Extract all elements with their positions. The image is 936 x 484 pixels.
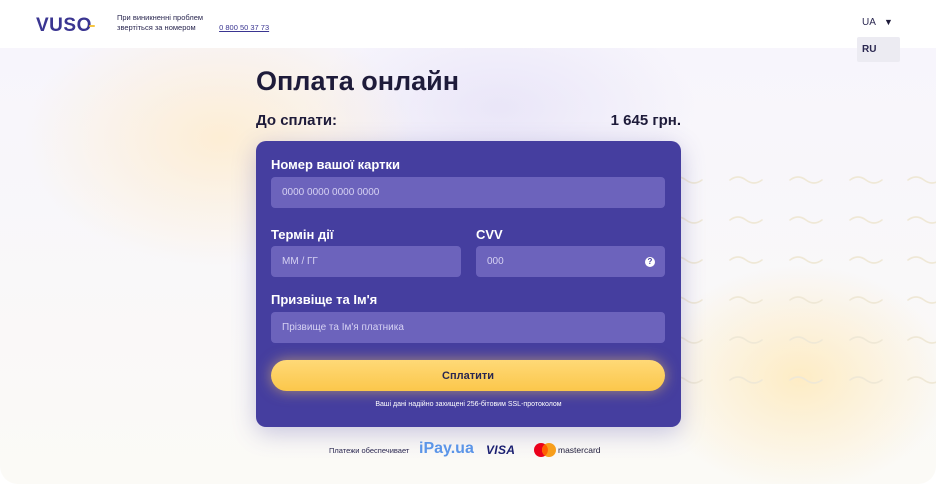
expiry-input[interactable] — [271, 246, 461, 277]
payment-provider-label: Платежи обеспечивает — [329, 446, 410, 455]
mastercard-logo-text: mastercard — [558, 445, 601, 455]
full-name-label: Призвіще та Ім'я — [271, 292, 378, 307]
question-circle-icon[interactable]: ? — [645, 257, 655, 267]
pay-button[interactable]: Сплатити — [271, 360, 665, 391]
ipay-logo: iPay.ua — [419, 440, 474, 457]
card-number-input[interactable] — [271, 177, 665, 208]
language-selector[interactable]: UA — [862, 17, 876, 28]
visa-logo: VISA — [486, 443, 516, 457]
amount-due-value: 1 645 грн. — [610, 112, 681, 129]
triangle-down-icon[interactable]: ▼ — [884, 17, 893, 27]
vuso-logo[interactable]: VUSO — [36, 15, 92, 37]
mastercard-circles-icon — [534, 443, 556, 457]
amount-due-label: До сплати: — [256, 112, 338, 129]
decorative-waves — [669, 176, 936, 384]
cvv-input[interactable] — [476, 246, 665, 277]
language-option-ru[interactable]: RU — [857, 37, 900, 62]
support-phone-link[interactable]: 0 800 50 37 73 — [219, 23, 269, 32]
support-info: При виникненні проблем звертіться за ном… — [117, 13, 269, 33]
payment-form-card: Номер вашої картки Термін дії CVV ? Приз… — [256, 141, 681, 427]
expiry-label: Термін дії — [271, 227, 334, 242]
full-name-input[interactable] — [271, 312, 665, 343]
logo-accent-dot — [89, 25, 95, 27]
page-title: Оплата онлайн — [256, 66, 460, 96]
card-number-label: Номер вашої картки — [271, 157, 401, 172]
header: VUSO При виникненні проблем звертіться з… — [0, 0, 936, 62]
ssl-security-note: Ваші дані надійно захищені 256-бітовим S… — [375, 401, 562, 408]
support-text: При виникненні проблем звертіться за ном… — [117, 13, 204, 32]
cvv-label: CVV — [476, 227, 503, 242]
